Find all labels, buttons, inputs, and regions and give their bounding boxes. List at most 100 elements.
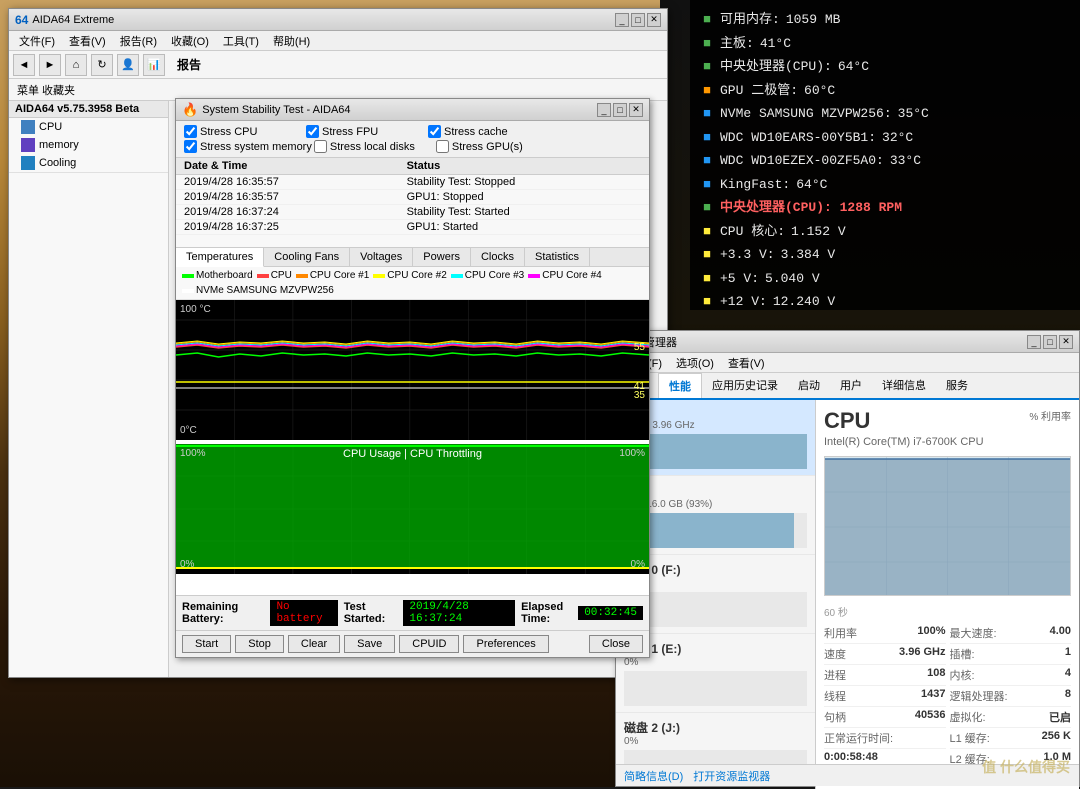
tm-value-socket: 1 [1065,646,1071,662]
hw-icon-8: ■ [700,201,714,215]
maximize-button[interactable]: □ [631,13,645,27]
toolbar-back[interactable]: ◄ [13,54,35,76]
sidebar-version: AIDA64 v5.75.3958 Beta [9,101,168,118]
close-button[interactable]: ✕ [647,13,661,27]
log-time-0: 2019/4/28 16:35:57 [176,175,399,190]
menu-report[interactable]: 报告(R) [114,32,163,50]
hw-icon-5: ■ [700,130,714,144]
temp-graph-container: 100 °C 0°C 55 41 35 [176,300,649,440]
tm-value-thread: 1437 [921,688,945,704]
sidebar-item-memory[interactable]: memory [9,136,168,154]
hw-icon-2: ■ [700,60,714,74]
cb-stress-cache[interactable]: Stress cache [428,125,548,138]
hw-label-7: KingFast: [720,175,790,195]
tm-label-maxspeed: 最大速度: [950,625,997,641]
menu-file[interactable]: 文件(F) [13,32,61,50]
tm-menu-options[interactable]: 选项(O) [670,354,720,372]
log-row-1: 2019/4/28 16:35:57 GPU1: Stopped [176,190,649,205]
minimize-button[interactable]: _ [615,13,629,27]
cb-stress-cache-input[interactable] [428,125,441,138]
legend-label-core4: CPU Core #4 [542,270,601,281]
sst-tab-cooling[interactable]: Cooling Fans [264,248,350,266]
cb-stress-memory[interactable]: Stress system memory [184,140,312,153]
sst-tabs: Temperatures Cooling Fans Voltages Power… [176,248,649,267]
tm-tab-startup[interactable]: 启动 [788,373,830,398]
btn-preferences[interactable]: Preferences [463,635,548,653]
legend-color-nvme [182,289,194,293]
toolbar-user[interactable]: 👤 [117,54,139,76]
sst-content: Stress CPU Stress FPU Stress cache Stres… [176,121,649,657]
tm-simplified-link[interactable]: 简略信息(D) [624,768,683,784]
hw-icon-7: ■ [700,177,714,191]
cb-stress-disks[interactable]: Stress local disks [314,140,434,153]
cb-stress-fpu-input[interactable] [306,125,319,138]
elapsed-label: Elapsed Time: [521,601,574,625]
menu-tools[interactable]: 工具(T) [217,32,265,50]
tm-label-socket: 插槽: [950,646,975,662]
tm-close[interactable]: ✕ [1059,335,1073,349]
tm-stat-row-socket: 插槽: 1 [950,644,1072,665]
tm-stat-row-virt: 虚拟化: 已启 [950,707,1072,728]
tm-value-core: 4 [1065,667,1071,683]
legend-core4: CPU Core #4 [528,270,601,281]
btn-stop[interactable]: Stop [235,635,284,653]
tm-stat-row-l1: L1 缓存: 256 K [950,728,1072,749]
log-time-1: 2019/4/28 16:35:57 [176,190,399,205]
cb-stress-gpu[interactable]: Stress GPU(s) [436,140,556,153]
menu-view[interactable]: 查看(V) [63,32,112,50]
hw-row-6: ■ WDC WD10EZEX-00ZF5A0: 33°C [700,149,1070,173]
cb-stress-gpu-input[interactable] [436,140,449,153]
toolbar-home[interactable]: ⌂ [65,54,87,76]
tm-tab-performance[interactable]: 性能 [658,373,702,398]
btn-clear[interactable]: Clear [288,635,340,653]
sst-tab-statistics[interactable]: Statistics [525,248,590,266]
menu-favorites[interactable]: 收藏(O) [165,32,215,50]
sst-title-text: System Stability Test - AIDA64 [202,104,350,116]
sidebar-item-cooling[interactable]: Cooling [9,154,168,172]
tm-stat-row-logical: 逻辑处理器: 8 [950,686,1072,707]
test-started-value: 2019/4/28 16:37:24 [403,600,515,626]
log-status-2: Stability Test: Started [399,205,649,220]
tm-value-handle: 40536 [915,709,946,725]
hw-value-9: 1.152 V [791,222,846,242]
sst-window: 🔥 System Stability Test - AIDA64 _ □ ✕ S… [175,98,650,658]
cb-stress-cpu[interactable]: Stress CPU [184,125,304,138]
cb-stress-disks-input[interactable] [314,140,327,153]
sst-tab-voltages[interactable]: Voltages [350,248,413,266]
hw-icon-1: ■ [700,36,714,50]
menu-help[interactable]: 帮助(H) [267,32,316,50]
sst-tab-clocks[interactable]: Clocks [471,248,525,266]
sst-maximize[interactable]: □ [613,103,627,117]
sst-minimize[interactable]: _ [597,103,611,117]
sst-tab-powers[interactable]: Powers [413,248,471,266]
cb-stress-memory-input[interactable] [184,140,197,153]
tm-tab-users[interactable]: 用户 [830,373,872,398]
tm-maximize[interactable]: □ [1043,335,1057,349]
tm-tab-services[interactable]: 服务 [936,373,978,398]
cb-stress-cpu-input[interactable] [184,125,197,138]
btn-cpuid[interactable]: CPUID [399,635,459,653]
toolbar-refresh[interactable]: ↻ [91,54,113,76]
sst-close[interactable]: ✕ [629,103,643,117]
toolbar-forward[interactable]: ► [39,54,61,76]
tm-label-logical: 逻辑处理器: [950,688,1008,704]
btn-close[interactable]: Close [589,635,643,653]
tm-tabs: 进程 性能 应用历史记录 启动 用户 详细信息 服务 [616,373,1079,400]
tm-tab-apphistory[interactable]: 应用历史记录 [702,373,788,398]
legend-label-core1: CPU Core #1 [310,270,369,281]
cb-stress-fpu[interactable]: Stress FPU [306,125,426,138]
tm-cpu-title-block: CPU Intel(R) Core(TM) i7-6700K CPU [824,408,984,456]
sst-tab-temperatures[interactable]: Temperatures [176,248,264,267]
tm-cpu-graph [824,456,1071,596]
tm-menu-view[interactable]: 查看(V) [722,354,771,372]
btn-start[interactable]: Start [182,635,231,653]
toolbar-chart[interactable]: 📊 [143,54,165,76]
sidebar-item-cpu[interactable]: CPU [9,118,168,136]
aida-title-left: 64 AIDA64 Extreme [15,13,114,27]
tm-tab-details[interactable]: 详细信息 [872,373,936,398]
tm-open-monitor-link[interactable]: 打开资源监视器 [693,768,770,784]
btn-save[interactable]: Save [344,635,395,653]
tm-stat-row-maxspeed: 最大速度: 4.00 [950,623,1072,644]
tm-minimize[interactable]: _ [1027,335,1041,349]
tm-stat-row-util: 利用率 100% [824,623,946,644]
